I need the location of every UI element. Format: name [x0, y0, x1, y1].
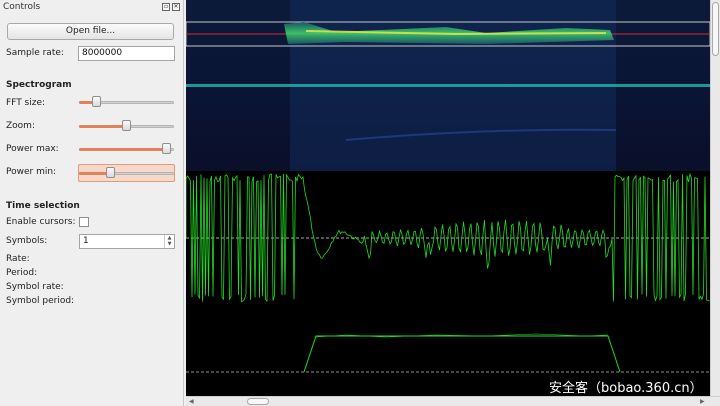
horizontal-scroll-thumb[interactable] — [247, 398, 269, 405]
zoom-label: Zoom: — [6, 121, 35, 131]
plot-canvas[interactable] — [186, 0, 710, 396]
open-file-button[interactable]: Open file... — [7, 23, 174, 40]
time-selection-heading: Time selection — [6, 201, 80, 211]
watermark: 安全客（bobao.360.cn） — [549, 381, 703, 396]
power-max-label: Power max: — [6, 144, 59, 154]
vertical-scrollbar[interactable] — [710, 0, 720, 396]
power-max-handle[interactable] — [162, 143, 172, 154]
vertical-scroll-thumb[interactable] — [712, 2, 719, 56]
enable-cursors-checkbox[interactable] — [79, 217, 89, 227]
spectrogram-heading: Spectrogram — [6, 80, 72, 90]
symbol-period-label: Symbol period: — [6, 296, 75, 306]
close-icon[interactable]: ✕ — [172, 3, 180, 11]
symbols-value: 1 — [83, 236, 89, 246]
symbols-label: Symbols: — [6, 236, 48, 246]
zoom-slider[interactable] — [79, 118, 174, 134]
float-icon[interactable]: ▫ — [162, 3, 170, 11]
symbol-rate-label: Symbol rate: — [6, 282, 64, 292]
zoom-fill — [79, 125, 126, 128]
power-max-fill — [79, 148, 167, 151]
power-min-handle[interactable] — [106, 167, 116, 178]
enable-cursors-label: Enable cursors: — [6, 217, 76, 227]
controls-dock: Controls ▫ ✕ Open file... Sample rate: 8… — [0, 0, 184, 406]
symbols-spinbox[interactable]: 1 ▲ ▼ — [79, 234, 175, 249]
scroll-right-icon[interactable]: ▶ — [700, 398, 705, 405]
zoom-handle[interactable] — [121, 120, 131, 131]
power-min-label: Power min: — [6, 167, 57, 177]
period-label: Period: — [6, 268, 38, 278]
spectrogram-plot[interactable] — [186, 0, 710, 171]
sample-rate-input[interactable]: 8000000 — [78, 46, 175, 61]
rate-label: Rate: — [6, 254, 30, 264]
dc-line — [186, 84, 710, 87]
power-max-slider[interactable] — [79, 141, 174, 157]
fft-size-handle[interactable] — [92, 96, 102, 107]
fft-size-label: FFT size: — [6, 98, 46, 108]
sample-rate-label: Sample rate: — [6, 48, 64, 58]
horizontal-scrollbar[interactable]: ◀ ▶ — [186, 396, 720, 406]
power-min-slider[interactable] — [79, 165, 174, 181]
spin-arrows-icon[interactable]: ▲ ▼ — [164, 235, 174, 248]
fft-size-slider[interactable] — [79, 94, 174, 110]
plot-area[interactable] — [186, 0, 710, 396]
scroll-left-icon[interactable]: ◀ — [189, 398, 194, 405]
time-plot[interactable] — [186, 171, 710, 305]
dock-title: Controls — [3, 2, 41, 12]
